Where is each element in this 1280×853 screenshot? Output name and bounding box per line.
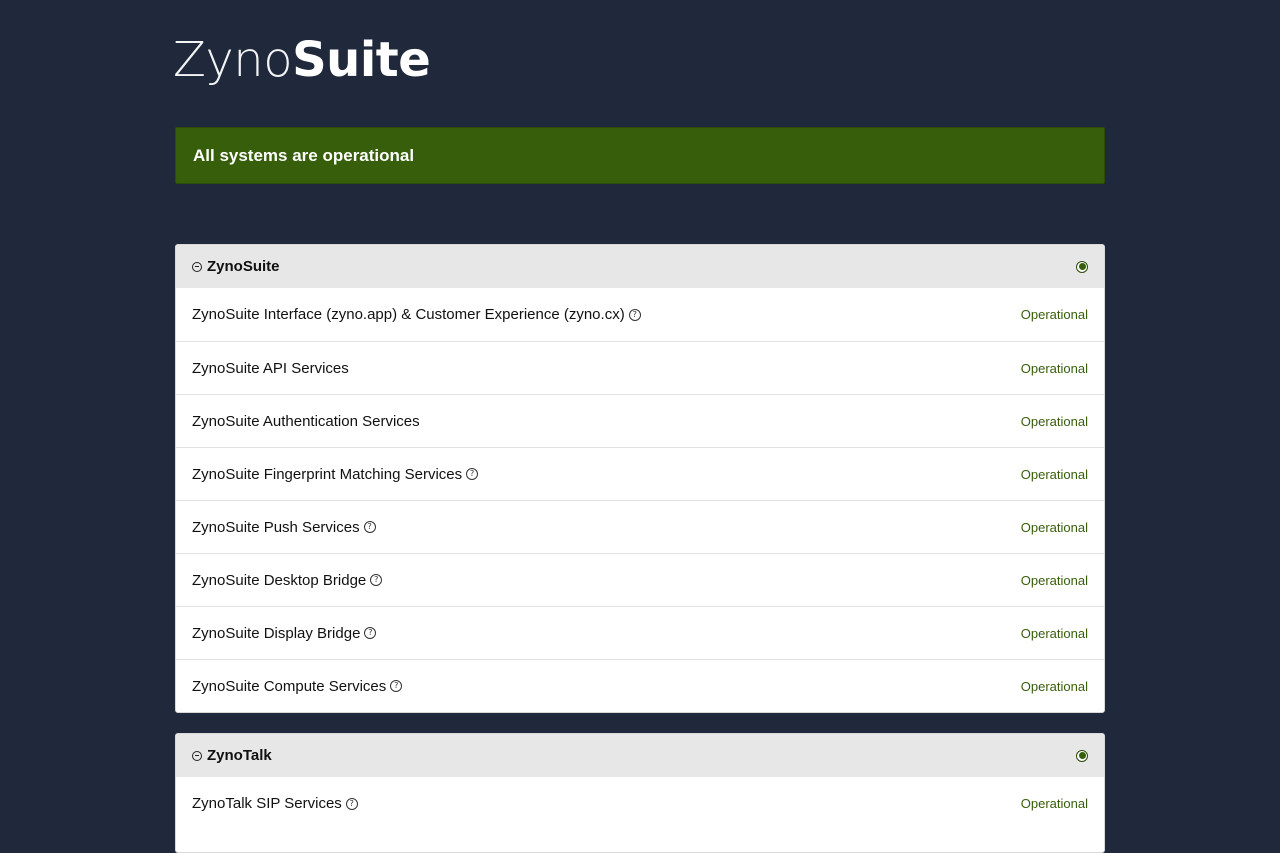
component-name: ZynoSuite API Services	[192, 359, 349, 377]
group-title[interactable]: ZynoTalk	[192, 747, 272, 764]
component-name: ZynoSuite Desktop Bridge	[192, 571, 367, 589]
component-row: ZynoSuite Desktop Bridge ? Operational	[176, 553, 1104, 606]
help-icon[interactable]: ?	[370, 574, 383, 586]
collapse-icon[interactable]	[192, 750, 202, 761]
group-title[interactable]: ZynoSuite	[192, 258, 280, 275]
component-row: ZynoTalk SIP Services ? Operational	[176, 777, 1104, 830]
component-status: Operational	[1020, 466, 1088, 482]
group-header[interactable]: ZynoSuite	[176, 245, 1104, 288]
overall-status-banner: All systems are operational	[175, 127, 1105, 184]
brand-logo[interactable]: ZynoSuite	[173, 32, 431, 88]
help-icon[interactable]: ?	[466, 468, 479, 480]
component-name: ZynoSuite Fingerprint Matching Services	[192, 465, 463, 483]
status-dot-icon	[1076, 260, 1088, 273]
component-row: ZynoSuite Authentication Services Operat…	[176, 394, 1104, 447]
group-title-label: ZynoSuite	[207, 258, 280, 275]
component-status: Operational	[1020, 519, 1088, 535]
help-icon[interactable]: ?	[628, 308, 641, 321]
collapse-icon[interactable]	[192, 261, 202, 272]
component-row: ZynoSuite Compute Services ? Operational	[176, 659, 1104, 712]
help-icon[interactable]: ?	[345, 797, 358, 810]
help-icon[interactable]: ?	[364, 627, 377, 639]
component-status: Operational	[1020, 572, 1088, 588]
component-status: Operational	[1020, 307, 1088, 322]
brand-logo-bold: Suite	[292, 32, 431, 88]
help-icon[interactable]: ?	[363, 521, 376, 533]
component-name: ZynoTalk SIP Services	[192, 795, 342, 812]
component-row: ZynoSuite API Services Operational	[176, 341, 1104, 394]
status-dot-icon	[1076, 749, 1088, 762]
component-status: Operational	[1020, 678, 1088, 694]
component-group-zynosuite: ZynoSuite ZynoSuite Interface (zyno.app)…	[175, 244, 1105, 713]
component-name: ZynoSuite Authentication Services	[192, 412, 420, 430]
brand-logo-light: Zyno	[173, 32, 293, 88]
component-status: Operational	[1020, 413, 1088, 429]
component-status: Operational	[1020, 625, 1088, 641]
component-name: ZynoSuite Interface (zyno.app) & Custome…	[192, 306, 625, 323]
group-title-label: ZynoTalk	[207, 747, 272, 764]
overall-status-text: All systems are operational	[193, 145, 415, 165]
group-header[interactable]: ZynoTalk	[176, 734, 1104, 777]
component-group-zynotalk: ZynoTalk ZynoTalk SIP Services ? Operati…	[175, 733, 1105, 853]
help-icon[interactable]: ?	[390, 680, 403, 692]
component-status: Operational	[1020, 360, 1088, 376]
component-status: Operational	[1020, 796, 1088, 811]
component-name: ZynoSuite Push Services	[192, 518, 360, 536]
component-row: ZynoSuite Interface (zyno.app) & Custome…	[176, 288, 1104, 341]
component-row: ZynoSuite Fingerprint Matching Services …	[176, 447, 1104, 500]
component-name: ZynoSuite Compute Services	[192, 677, 387, 695]
component-name: ZynoSuite Display Bridge	[192, 624, 361, 642]
component-row: ZynoSuite Display Bridge ? Operational	[176, 606, 1104, 659]
component-row: ZynoSuite Push Services ? Operational	[176, 500, 1104, 553]
